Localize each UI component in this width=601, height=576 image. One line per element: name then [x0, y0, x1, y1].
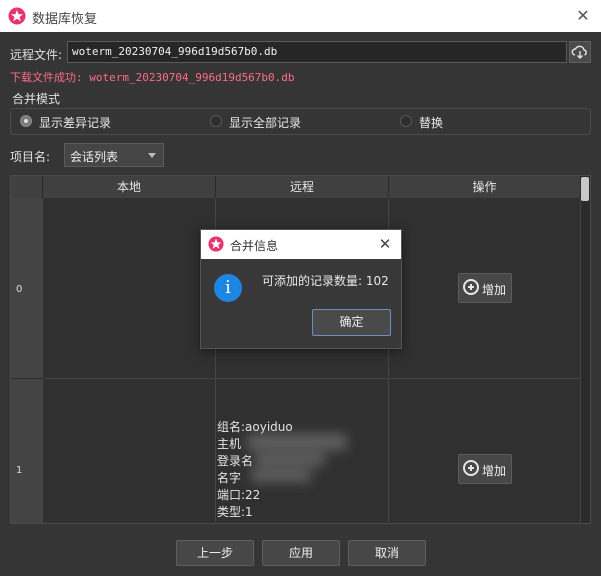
add-button-label: 增加: [482, 283, 507, 297]
remote-file-label: 远程文件:: [10, 48, 63, 62]
download-status: 下载文件成功: woterm_20230704_996d19d567b0.db: [10, 71, 295, 84]
remote-line: 端口:22: [217, 488, 261, 502]
app-logo-icon: [8, 7, 26, 25]
cell-action: [389, 379, 581, 523]
title-bar: 数据库恢复 ✕: [0, 0, 601, 32]
radio-label: 显示全部记录: [229, 116, 302, 130]
add-button-label: 增加: [482, 464, 507, 478]
window-title: 数据库恢复: [32, 12, 98, 27]
vertical-scrollbar[interactable]: [581, 177, 589, 201]
records-table: 本地 远程 操作 0 增加 1 组名:aoyiduo 主机 登录名 名字 端口:…: [10, 175, 591, 524]
dialog-title-bar: 合并信息 ✕: [201, 230, 401, 259]
project-select[interactable]: 会话列表: [64, 143, 164, 167]
remote-line: 类型:1: [217, 505, 253, 519]
add-circle-icon: [463, 460, 479, 476]
merge-info-dialog: 合并信息 ✕ i 可添加的记录数量: 102 确定: [200, 229, 402, 349]
row-header[interactable]: 1: [11, 379, 43, 523]
redacted-blur: [255, 452, 325, 466]
cancel-button[interactable]: 取消: [348, 540, 426, 566]
radio-indicator: [210, 115, 222, 127]
header-local: 本地: [43, 176, 216, 198]
row-index: 1: [16, 465, 23, 476]
header-remote: 远程: [216, 176, 389, 198]
dialog-message: 可添加的记录数量: 102: [262, 274, 389, 288]
project-select-value: 会话列表: [70, 150, 119, 164]
row-index: 0: [16, 284, 23, 295]
add-circle-icon: [463, 279, 479, 295]
cloud-download-button[interactable]: [569, 41, 591, 63]
merge-mode-label: 合并模式: [12, 92, 61, 106]
prev-button[interactable]: 上一步: [176, 540, 254, 566]
radio-label: 替换: [419, 116, 444, 130]
radio-indicator: [400, 115, 412, 127]
cell-local: [43, 379, 216, 523]
redacted-blur: [251, 468, 311, 482]
project-label: 项目名:: [10, 150, 51, 164]
row-header[interactable]: 0: [11, 198, 43, 379]
add-button[interactable]: 增加: [458, 454, 512, 484]
header-action: 操作: [389, 176, 581, 198]
cell-local: [43, 198, 216, 379]
close-icon[interactable]: ✕: [573, 6, 593, 26]
remote-file-field[interactable]: woterm_20230704_996d19d567b0.db: [67, 41, 567, 63]
table-corner: [11, 176, 43, 198]
info-icon: i: [214, 274, 242, 302]
app-logo-icon: [208, 236, 224, 252]
chevron-down-icon: [148, 153, 156, 158]
ok-button[interactable]: 确定: [312, 309, 391, 336]
apply-button[interactable]: 应用: [262, 540, 340, 566]
radio-label: 显示差异记录: [39, 116, 112, 130]
add-button[interactable]: 增加: [458, 273, 512, 303]
close-icon[interactable]: ✕: [375, 234, 395, 254]
redacted-blur: [247, 434, 347, 450]
dialog-title: 合并信息: [230, 239, 279, 253]
radio-indicator: [20, 115, 32, 127]
cloud-download-icon: [571, 45, 587, 59]
